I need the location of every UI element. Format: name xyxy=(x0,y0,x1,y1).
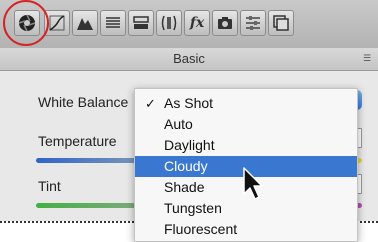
white-balance-menu: ✓ As Shot Auto Daylight Cloudy Shade Tun… xyxy=(134,88,358,242)
lens-corrections-icon xyxy=(161,15,177,31)
hsl-button[interactable] xyxy=(72,10,98,36)
list-icon[interactable]: ☰ xyxy=(362,53,372,63)
snapshots-icon xyxy=(273,15,289,31)
mouse-pointer-icon xyxy=(243,167,263,200)
hsl-icon xyxy=(77,18,93,30)
panel-toolbar: fx xyxy=(0,0,378,49)
checkmark-icon: ✓ xyxy=(145,96,156,111)
fx-icon: fx xyxy=(189,15,205,31)
menu-item-as-shot[interactable]: ✓ As Shot xyxy=(135,93,357,114)
tone-curve-icon xyxy=(49,15,65,31)
presets-button[interactable] xyxy=(240,10,266,36)
panel-screenshot: fx Basic ☰ White Balance Temperature Tin… xyxy=(0,0,378,242)
detail-button[interactable] xyxy=(128,10,154,36)
effects-button[interactable]: fx xyxy=(184,10,210,36)
temperature-label: Temperature xyxy=(38,133,117,149)
menu-item-auto[interactable]: Auto xyxy=(135,114,357,135)
menu-item-daylight[interactable]: Daylight xyxy=(135,135,357,156)
camera-calibration-button[interactable] xyxy=(212,10,238,36)
split-toning-icon xyxy=(106,17,120,28)
menu-item-fluorescent[interactable]: Fluorescent xyxy=(135,219,357,240)
menu-item-tungsten[interactable]: Tungsten xyxy=(135,198,357,219)
annotation-circle xyxy=(3,0,49,46)
tint-label: Tint xyxy=(38,178,61,194)
presets-icon xyxy=(246,16,260,30)
basic-panel-header[interactable]: Basic ☰ xyxy=(0,48,378,71)
white-balance-label: White Balance xyxy=(38,94,129,110)
detail-icon xyxy=(133,16,149,29)
camera-calibration-icon xyxy=(218,17,232,29)
lens-corrections-button[interactable] xyxy=(156,10,182,36)
snapshots-button[interactable] xyxy=(268,10,294,36)
panel-title: Basic xyxy=(173,51,205,66)
split-toning-button[interactable] xyxy=(100,10,126,36)
